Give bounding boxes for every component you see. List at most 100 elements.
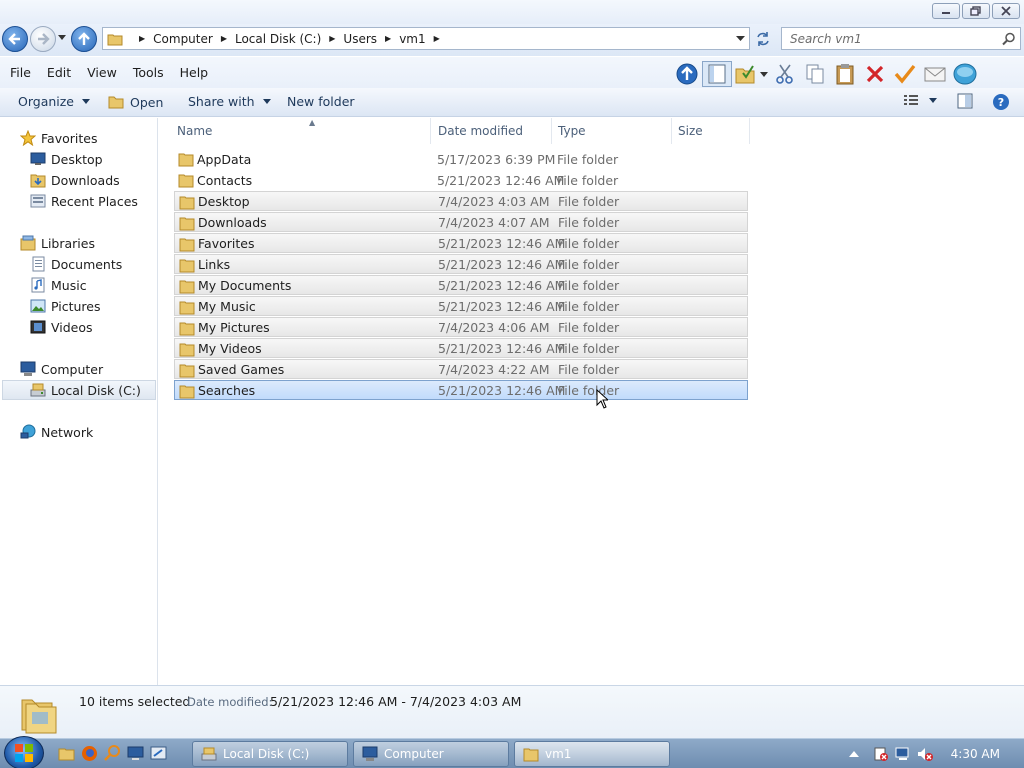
monitor-icon[interactable] xyxy=(127,745,144,762)
chevron-down-icon xyxy=(82,99,90,104)
up-level-button[interactable] xyxy=(672,61,702,87)
delete-button[interactable] xyxy=(860,61,890,87)
up-arrow-circle-icon xyxy=(676,63,698,85)
chevron-down-icon xyxy=(929,97,937,103)
copy-button[interactable] xyxy=(800,61,830,87)
chevron-right-icon[interactable]: ▶ xyxy=(221,34,227,43)
chevron-right-icon[interactable]: ▶ xyxy=(434,34,440,43)
folders-pane-button[interactable] xyxy=(702,61,732,87)
menu-help[interactable]: Help xyxy=(172,65,217,80)
nav-label: Favorites xyxy=(41,130,98,146)
breadcrumb-users[interactable]: Users ▶ xyxy=(343,32,399,46)
file-row[interactable]: Searches 5/21/2023 12:46 AM File folder xyxy=(174,380,748,400)
cut-button[interactable] xyxy=(770,61,800,87)
folder-icon xyxy=(179,322,195,336)
refresh-button[interactable] xyxy=(752,27,774,50)
nav-pictures[interactable]: Pictures xyxy=(30,296,101,316)
breadcrumb-local-disk[interactable]: Local Disk (C:) ▶ xyxy=(235,32,343,46)
restore-button[interactable] xyxy=(962,3,990,19)
column-header-size[interactable]: Size xyxy=(672,118,750,144)
file-row[interactable]: AppData 5/17/2023 6:39 PM File folder xyxy=(174,149,748,169)
search-tool-icon[interactable] xyxy=(104,745,121,762)
clock[interactable]: 4:30 AM xyxy=(951,747,1000,761)
network-icon xyxy=(20,424,36,440)
search-icon[interactable] xyxy=(1002,32,1016,46)
menu-file[interactable]: File xyxy=(2,65,39,80)
folder-icon xyxy=(179,364,195,378)
column-header-type[interactable]: Type xyxy=(552,118,672,144)
file-row[interactable]: My Pictures 7/4/2023 4:06 AM File folder xyxy=(174,317,748,337)
column-header-date[interactable]: Date modified xyxy=(432,118,552,144)
remote-desktop-icon[interactable] xyxy=(150,745,167,762)
recent-pages-dropdown-icon[interactable] xyxy=(58,35,66,41)
nav-network[interactable]: Network xyxy=(20,422,93,442)
nav-videos[interactable]: Videos xyxy=(30,317,93,337)
file-row[interactable]: Desktop 7/4/2023 4:03 AM File folder xyxy=(174,191,748,211)
address-bar[interactable]: ▶ Computer ▶ Local Disk (C:) ▶ Users ▶ vm1 ▶ xyxy=(102,27,750,50)
navigation-pane: Favorites Desktop Downloads Recent Place… xyxy=(0,118,158,685)
firefox-icon[interactable] xyxy=(81,745,98,762)
address-dropdown-icon[interactable] xyxy=(736,36,745,42)
search-box[interactable] xyxy=(781,27,1021,50)
file-row[interactable]: My Music 5/21/2023 12:46 AM File folder xyxy=(174,296,748,316)
chevron-right-icon[interactable]: ▶ xyxy=(329,34,335,43)
nav-local-disk[interactable]: Local Disk (C:) xyxy=(2,380,156,400)
videos-icon xyxy=(30,319,46,335)
new-folder-button[interactable]: New folder xyxy=(287,94,355,109)
nav-computer[interactable]: Computer xyxy=(20,359,103,379)
network-status-icon[interactable] xyxy=(895,746,911,762)
email-button[interactable] xyxy=(920,61,950,87)
folder-icon xyxy=(179,217,195,231)
menu-edit[interactable]: Edit xyxy=(39,65,79,80)
task-vm1[interactable]: vm1 xyxy=(514,741,670,767)
search-input[interactable] xyxy=(790,31,995,46)
file-row[interactable]: Favorites 5/21/2023 12:46 AM File folder xyxy=(174,233,748,253)
chevron-right-icon[interactable]: ▶ xyxy=(385,34,391,43)
nav-desktop[interactable]: Desktop xyxy=(30,149,103,169)
nav-downloads[interactable]: Downloads xyxy=(30,170,120,190)
menu-view[interactable]: View xyxy=(79,65,125,80)
close-button[interactable] xyxy=(992,3,1020,19)
explorer-icon[interactable] xyxy=(58,745,75,762)
file-row[interactable]: Downloads 7/4/2023 4:07 AM File folder xyxy=(174,212,748,232)
nav-music[interactable]: Music xyxy=(30,275,87,295)
show-hidden-icons-icon[interactable] xyxy=(848,750,859,758)
nav-documents[interactable]: Documents xyxy=(30,254,122,274)
file-row[interactable]: My Videos 5/21/2023 12:46 AM File folder xyxy=(174,338,748,358)
file-type: File folder xyxy=(557,172,619,188)
column-header-name[interactable]: Name ▲ xyxy=(171,118,431,144)
nav-favorites[interactable]: Favorites xyxy=(20,128,97,148)
breadcrumb-vm1[interactable]: vm1 ▶ xyxy=(399,32,448,46)
file-name: Saved Games xyxy=(198,361,285,377)
preview-pane-button[interactable] xyxy=(955,93,975,109)
help-button[interactable]: ? xyxy=(991,93,1011,111)
start-button[interactable] xyxy=(4,736,44,768)
minimize-button[interactable] xyxy=(932,3,960,19)
file-row[interactable]: My Documents 5/21/2023 12:46 AM File folde… xyxy=(174,275,748,295)
nav-label: Computer xyxy=(41,361,104,377)
share-with-button[interactable]: Share with xyxy=(188,94,271,109)
up-button[interactable] xyxy=(71,26,97,52)
file-row[interactable]: Contacts 5/21/2023 12:46 AM File folder xyxy=(174,170,748,190)
nav-recent-places[interactable]: Recent Places xyxy=(30,191,138,211)
volume-muted-icon[interactable] xyxy=(917,746,933,762)
paste-button[interactable] xyxy=(830,61,860,87)
file-row[interactable]: Saved Games 7/4/2023 4:22 AM File folder xyxy=(174,359,748,379)
back-button[interactable] xyxy=(2,26,28,52)
computer-icon xyxy=(362,746,378,761)
nav-libraries[interactable]: Libraries xyxy=(20,233,95,253)
file-row[interactable]: Links 5/21/2023 12:46 AM File folder xyxy=(174,254,748,274)
task-local-disk[interactable]: Local Disk (C:) xyxy=(192,741,348,767)
forward-button[interactable] xyxy=(30,26,56,52)
properties-button[interactable] xyxy=(890,61,920,87)
action-center-icon[interactable] xyxy=(873,746,889,762)
task-computer[interactable]: Computer xyxy=(353,741,509,767)
network-globe-button[interactable] xyxy=(950,61,980,87)
organize-button[interactable]: Organize xyxy=(18,94,90,109)
change-view-button[interactable] xyxy=(900,93,940,107)
menu-tools[interactable]: Tools xyxy=(125,65,172,80)
open-button[interactable]: Open xyxy=(108,94,163,110)
breadcrumb-computer[interactable]: Computer ▶ xyxy=(153,32,235,46)
chevron-right-icon[interactable]: ▶ xyxy=(139,34,145,43)
folder-options-button[interactable] xyxy=(732,61,770,87)
